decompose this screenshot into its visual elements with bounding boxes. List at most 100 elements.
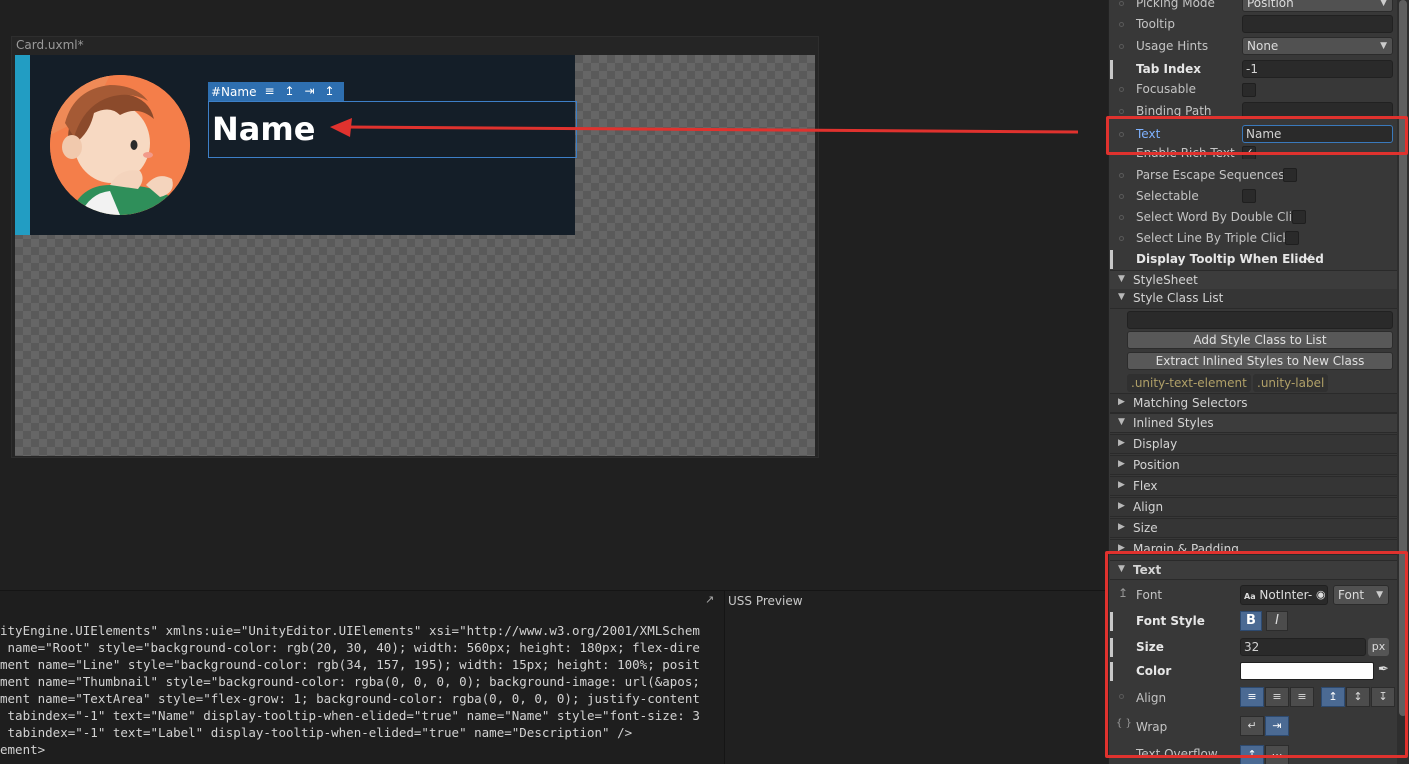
override-indicator bbox=[1110, 60, 1113, 79]
card-name-label[interactable]: Name bbox=[212, 110, 315, 148]
override-dot-icon bbox=[1119, 44, 1124, 49]
highlight-text-property bbox=[1106, 116, 1408, 155]
code-line: ment name="Thumbnail" style="background-… bbox=[0, 674, 700, 689]
style-group-size[interactable]: ▶ Size bbox=[1110, 518, 1397, 538]
display-tooltip-row: Display Tooltip When Elided ✓ bbox=[1110, 249, 1397, 270]
matching-selectors-title: Matching Selectors bbox=[1133, 396, 1248, 410]
uss-panel-divider[interactable] bbox=[724, 591, 725, 764]
picking-mode-dropdown[interactable]: Position ▼ bbox=[1242, 0, 1393, 12]
override-dot-icon bbox=[1119, 1, 1124, 6]
usage-hints-dropdown[interactable]: None ▼ bbox=[1242, 37, 1393, 55]
override-dot-icon bbox=[1119, 87, 1124, 92]
add-style-class-button[interactable]: Add Style Class to List bbox=[1127, 331, 1393, 349]
style-class-list-title: Style Class List bbox=[1133, 291, 1224, 305]
inlined-styles-header[interactable]: ▼ Inlined Styles bbox=[1110, 413, 1397, 433]
dropdown-caret-icon: ▼ bbox=[1380, 0, 1387, 8]
select-word-checkbox[interactable] bbox=[1292, 210, 1306, 224]
character-illustration bbox=[50, 75, 190, 215]
stylesheet-section-header[interactable]: ▼ StyleSheet bbox=[1110, 270, 1397, 290]
code-line: tabindex="-1" text="Label" display-toolt… bbox=[0, 725, 633, 740]
code-line: ityEngine.UIElements" xmlns:uie="UnityEd… bbox=[0, 623, 700, 638]
style-group-title: Display bbox=[1133, 437, 1178, 451]
select-line-label: Select Line By Triple Click bbox=[1136, 231, 1290, 245]
tooltip-row: Tooltip bbox=[1110, 14, 1397, 35]
selectable-row: Selectable bbox=[1110, 186, 1397, 207]
select-word-row: Select Word By Double Click bbox=[1110, 207, 1397, 228]
tab-index-field[interactable]: -1 bbox=[1242, 60, 1393, 78]
selectable-checkbox[interactable] bbox=[1242, 189, 1256, 203]
style-class-list-header[interactable]: ▼ Style Class List bbox=[1110, 289, 1397, 309]
usage-hints-value: None bbox=[1247, 39, 1279, 53]
stylesheet-section-title: StyleSheet bbox=[1133, 273, 1198, 287]
parse-escape-label: Parse Escape Sequences bbox=[1136, 168, 1285, 182]
picking-mode-value: Position bbox=[1247, 0, 1294, 10]
matching-selectors-header[interactable]: ▶ Matching Selectors bbox=[1110, 393, 1397, 413]
display-tooltip-label: Display Tooltip When Elided bbox=[1136, 252, 1324, 266]
display-tooltip-checkbox[interactable]: ✓ bbox=[1302, 252, 1316, 266]
style-group-align[interactable]: ▶ Align bbox=[1110, 497, 1397, 517]
focusable-row: Focusable bbox=[1110, 79, 1397, 100]
expand-arrow-icon: ▼ bbox=[1118, 417, 1125, 427]
code-line: ement> bbox=[0, 742, 46, 757]
parse-escape-row: Parse Escape Sequences bbox=[1110, 165, 1397, 186]
override-dot-icon bbox=[1119, 194, 1124, 199]
override-indicator bbox=[1110, 250, 1113, 269]
align-top-icon[interactable]: ↥ bbox=[282, 82, 296, 101]
style-group-title: Align bbox=[1133, 500, 1164, 514]
uxml-preview-panel: ityEngine.UIElements" xmlns:uie="UnityEd… bbox=[0, 591, 725, 764]
override-dot-icon bbox=[1119, 109, 1124, 114]
expand-arrow-icon: ▼ bbox=[1118, 274, 1125, 284]
style-class-chip[interactable]: .unity-label bbox=[1253, 374, 1329, 392]
card-thumbnail[interactable] bbox=[50, 75, 190, 215]
code-line: ment name="TextArea" style="flex-grow: 1… bbox=[0, 691, 700, 706]
style-class-input[interactable] bbox=[1127, 311, 1393, 329]
picking-mode-row: Picking Mode Position ▼ bbox=[1110, 0, 1397, 14]
tab-index-row: Tab Index -1 bbox=[1110, 59, 1397, 80]
binding-path-field[interactable] bbox=[1242, 102, 1393, 117]
collapsed-arrow-icon: ▶ bbox=[1118, 480, 1125, 490]
style-group-title: Position bbox=[1133, 458, 1180, 472]
collapsed-arrow-icon: ▶ bbox=[1118, 522, 1125, 532]
style-group-title: Size bbox=[1133, 521, 1158, 535]
code-line: tabindex="-1" text="Name" display-toolti… bbox=[0, 708, 700, 723]
card-accent-line[interactable] bbox=[15, 55, 30, 235]
binding-path-row: Binding Path bbox=[1110, 101, 1397, 117]
dropdown-caret-icon: ▼ bbox=[1380, 41, 1387, 51]
override-dot-icon bbox=[1119, 236, 1124, 241]
style-group-title: Flex bbox=[1133, 479, 1158, 493]
tooltip-label: Tooltip bbox=[1136, 17, 1175, 31]
override-dot-icon bbox=[1119, 215, 1124, 220]
collapsed-arrow-icon: ▶ bbox=[1118, 438, 1125, 448]
style-group-position[interactable]: ▶ Position bbox=[1110, 455, 1397, 475]
element-selection-toolbar: #Name ≡ ↥ ⇥ ↥ bbox=[208, 82, 344, 101]
parse-escape-checkbox[interactable] bbox=[1283, 168, 1297, 182]
focusable-checkbox[interactable] bbox=[1242, 83, 1256, 97]
override-dot-icon bbox=[1119, 173, 1124, 178]
align-vertical-icon[interactable]: ↥ bbox=[322, 82, 336, 101]
select-line-checkbox[interactable] bbox=[1285, 231, 1299, 245]
highlight-text-style-section bbox=[1105, 551, 1408, 758]
focusable-label: Focusable bbox=[1136, 82, 1196, 96]
tab-index-label: Tab Index bbox=[1136, 62, 1201, 76]
style-group-display[interactable]: ▶ Display bbox=[1110, 434, 1397, 454]
collapsed-arrow-icon: ▶ bbox=[1118, 459, 1125, 469]
align-stretch-icon[interactable]: ⇥ bbox=[302, 82, 316, 101]
selectable-label: Selectable bbox=[1136, 189, 1199, 203]
document-title: Card.uxml* bbox=[16, 38, 84, 52]
style-class-chip[interactable]: .unity-text-element bbox=[1127, 374, 1251, 392]
extract-inlined-styles-button[interactable]: Extract Inlined Styles to New Class bbox=[1127, 352, 1393, 370]
usage-hints-label: Usage Hints bbox=[1136, 39, 1209, 53]
align-left-icon[interactable]: ≡ bbox=[262, 82, 276, 101]
override-dot-icon bbox=[1119, 22, 1124, 27]
select-line-row: Select Line By Triple Click bbox=[1110, 228, 1397, 249]
uss-preview-title: USS Preview bbox=[728, 594, 803, 608]
select-word-label: Select Word By Double Click bbox=[1136, 210, 1306, 224]
open-external-icon[interactable]: ↗ bbox=[705, 594, 717, 606]
expand-arrow-icon: ▼ bbox=[1118, 292, 1125, 302]
style-group-flex[interactable]: ▶ Flex bbox=[1110, 476, 1397, 496]
tooltip-field[interactable] bbox=[1242, 15, 1393, 33]
collapsed-arrow-icon: ▶ bbox=[1118, 501, 1125, 511]
code-line: name="Root" style="background-color: rgb… bbox=[0, 640, 700, 655]
selected-element-tag: #Name bbox=[211, 84, 257, 99]
inlined-styles-title: Inlined Styles bbox=[1133, 416, 1214, 430]
